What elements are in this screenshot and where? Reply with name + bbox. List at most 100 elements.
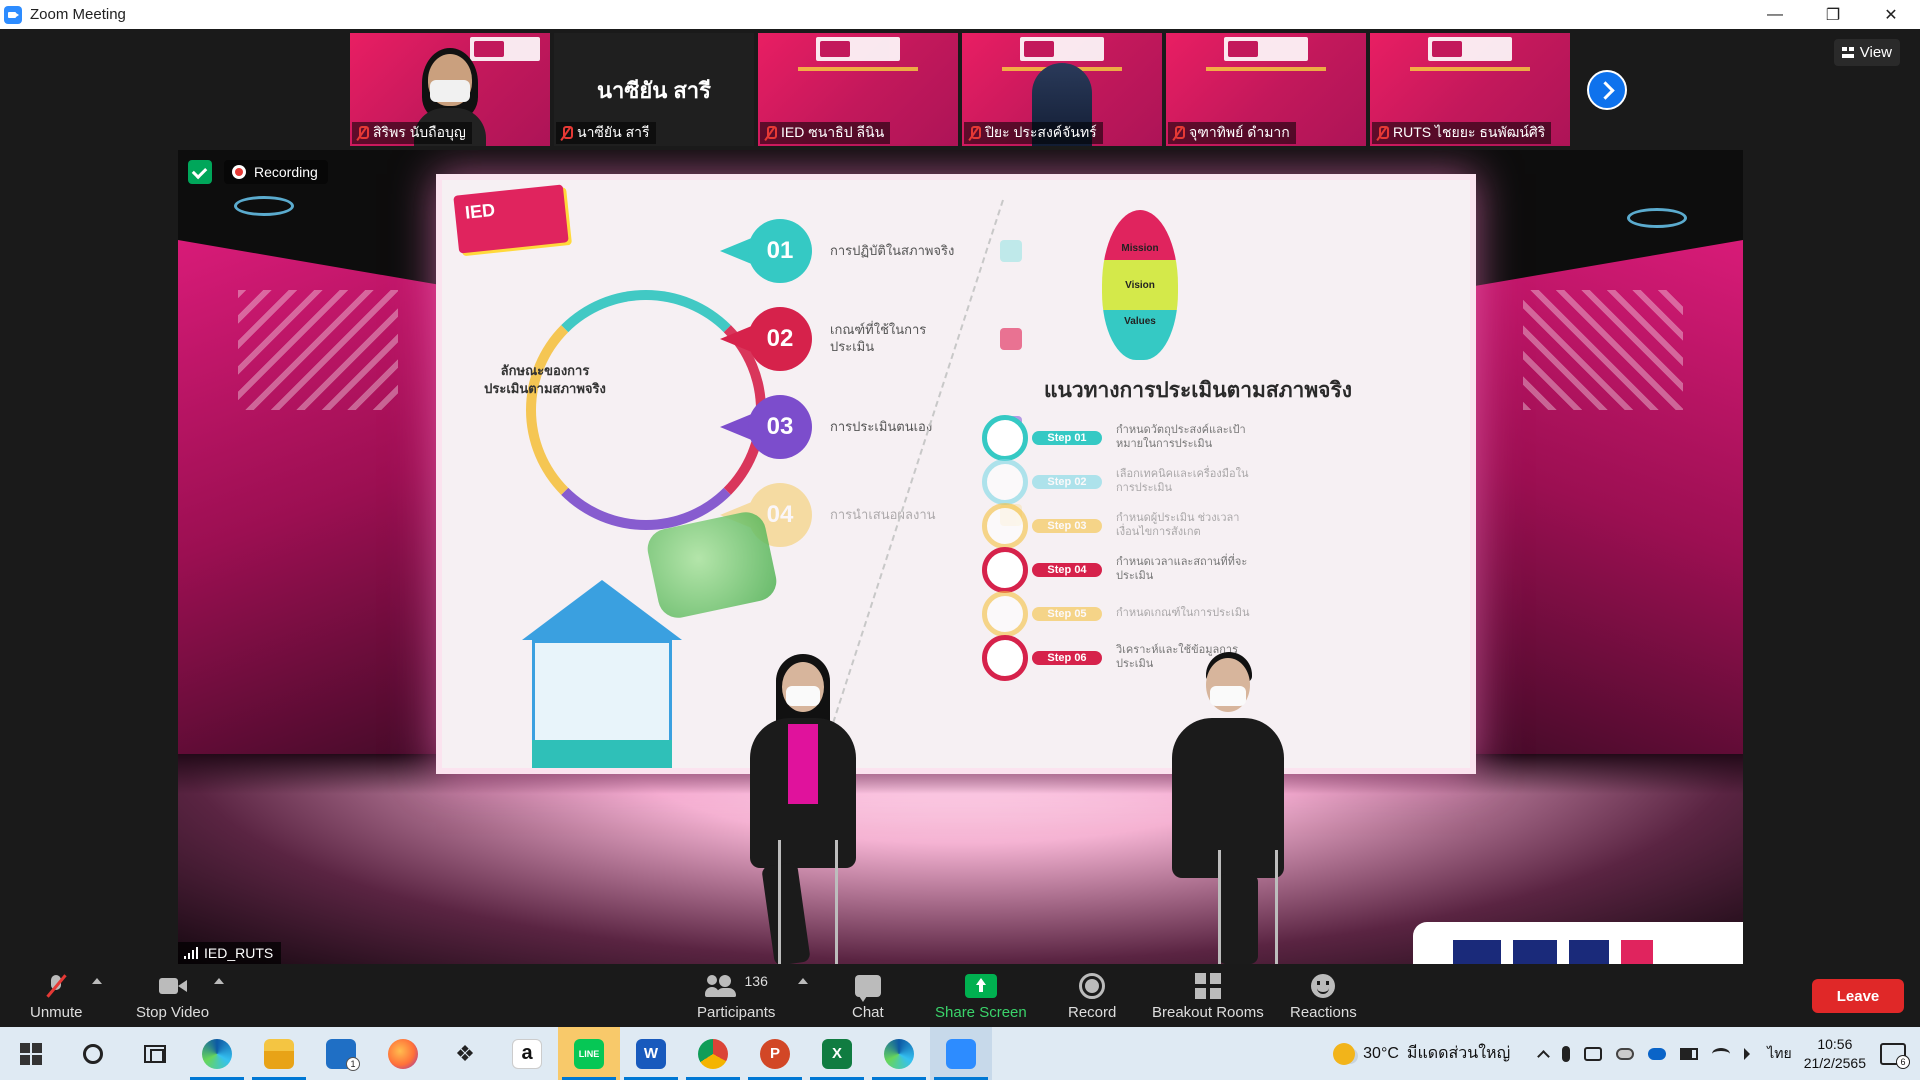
input-language[interactable]: ไทย — [1767, 1043, 1791, 1065]
taskbar-edge[interactable] — [186, 1027, 248, 1080]
taskbar-dropbox[interactable]: ❖ — [434, 1027, 496, 1080]
slide-right-step: Step 03 กำหนดผู้ประเมิน ช่วงเวลาเงื่อนไข… — [982, 503, 1266, 549]
share-screen-button[interactable]: Share Screen — [935, 972, 1027, 1021]
onedrive-icon[interactable] — [1648, 1047, 1667, 1060]
amazon-icon: a — [512, 1038, 542, 1069]
booth-illustration — [522, 580, 682, 768]
taskbar-powerpoint[interactable]: P — [744, 1027, 806, 1080]
participant-name-label: RUTS ไชยยะ ธนพัฒน์ศิริ — [1372, 122, 1552, 144]
taskbar-chrome[interactable] — [682, 1027, 744, 1080]
active-speaker-label: IED_RUTS — [178, 942, 282, 964]
notification-center-button[interactable]: 6 — [1880, 1042, 1910, 1069]
participant-gallery: สิริพร นับถือบุญ นาซียัน สารี นาซียัน สา… — [350, 33, 1570, 146]
taskbar-file-explorer[interactable] — [248, 1027, 310, 1080]
audio-options-caret[interactable] — [92, 978, 102, 984]
taskbar-excel[interactable]: X — [806, 1027, 868, 1080]
recording-pill[interactable]: Recording — [224, 160, 328, 184]
emoji-icon — [1311, 974, 1336, 998]
main-video[interactable]: IED ลักษณะของการประเมินตามสภาพจริง 01 กา… — [178, 150, 1743, 964]
taskbar-mail[interactable]: 1 — [310, 1027, 372, 1080]
unmute-button[interactable]: Unmute — [30, 972, 83, 1021]
mic-muted-icon — [968, 126, 981, 140]
taskbar-line[interactable]: LINE — [558, 1027, 620, 1080]
microphone-icon[interactable] — [1562, 1045, 1571, 1062]
grid-view-icon — [1841, 47, 1854, 58]
reactions-button[interactable]: Reactions — [1290, 972, 1357, 1021]
ruts-logo — [1413, 922, 1743, 964]
dropbox-icon: ❖ — [455, 1040, 475, 1066]
mic-muted-icon — [49, 975, 63, 997]
slide-step: 02 เกณฑ์ที่ใช้ในการประเมิน — [714, 307, 1022, 371]
stop-video-button[interactable]: Stop Video — [136, 972, 209, 1021]
participant-tile[interactable]: IED ซนาธิป ลีนิน — [758, 33, 958, 146]
line-icon: LINE — [574, 1038, 604, 1069]
notification-count: 6 — [1896, 1054, 1910, 1069]
chat-button[interactable]: Chat — [852, 972, 884, 1021]
volume-icon[interactable] — [1744, 1047, 1751, 1060]
view-button[interactable]: View — [1833, 39, 1900, 66]
participant-tile[interactable]: ปิยะ ประสงค์จันทร์ — [962, 33, 1162, 146]
ied-open-house-logo: IED — [453, 184, 569, 254]
meeting-toolbar: Unmute Stop Video 136 Participants Chat … — [0, 964, 1920, 1027]
encryption-shield-icon[interactable] — [188, 160, 212, 184]
restore-button[interactable]: ❐ — [1804, 0, 1862, 29]
battery-icon[interactable] — [1680, 1047, 1699, 1060]
participant-display-name: นาซียัน สารี — [597, 78, 711, 103]
mic-muted-icon — [356, 126, 369, 140]
participant-tile[interactable]: สิริพร นับถือบุญ — [350, 33, 550, 146]
task-view-icon — [144, 1044, 166, 1063]
recording-icon — [232, 165, 246, 179]
meet-now-icon[interactable] — [1584, 1046, 1603, 1061]
participants-button[interactable]: 136 Participants — [697, 972, 775, 1021]
slide-right-step: Step 05 กำหนดเกณฑ์ในการประเมิน — [982, 591, 1266, 637]
minimize-button[interactable]: — — [1746, 0, 1804, 29]
recording-indicator: Recording — [188, 160, 328, 184]
powerpoint-icon: P — [760, 1038, 790, 1069]
leave-button[interactable]: Leave — [1812, 979, 1904, 1013]
taskbar-firefox[interactable] — [372, 1027, 434, 1080]
participant-name-label: นาซียัน สารี — [556, 122, 656, 144]
participant-tile[interactable]: นาซียัน สารี นาซียัน สารี — [554, 33, 754, 146]
gallery-next-button[interactable] — [1587, 70, 1627, 110]
taskbar-amazon[interactable]: a — [496, 1027, 558, 1080]
windows-taskbar: 1 ❖ a LINE W P X 30°C มีแดดส่วนใหญ่ ไทย … — [0, 1027, 1920, 1080]
slide-right-step: Step 01 กำหนดวัตถุประสงค์และเป้าหมายในกา… — [982, 415, 1266, 461]
weather-sun-icon — [1333, 1042, 1356, 1065]
checklist-icon — [1000, 328, 1022, 350]
breakout-rooms-icon — [1194, 973, 1221, 999]
slide-right-step: Step 04 กำหนดเวลาและสถานที่ที่จะประเมิน — [982, 547, 1266, 593]
video-options-caret[interactable] — [214, 978, 224, 984]
task-view-button[interactable] — [124, 1027, 186, 1080]
breakout-rooms-button[interactable]: Breakout Rooms — [1152, 972, 1264, 1021]
slide-heading: แนวทางการประเมินตามสภาพจริง — [1043, 379, 1353, 402]
participant-tile[interactable]: RUTS ไชยยะ ธนพัฒน์ศิริ — [1370, 33, 1570, 146]
system-clock[interactable]: 10:56 21/2/2565 — [1804, 1035, 1866, 1073]
weather-widget[interactable]: 30°C มีแดดส่วนใหญ่ — [1333, 1041, 1510, 1066]
slide-center-text: ลักษณะของการประเมินตามสภาพจริง — [484, 363, 606, 396]
share-screen-icon — [964, 974, 997, 998]
participants-options-caret[interactable] — [798, 978, 808, 984]
firefox-icon — [388, 1038, 418, 1069]
excel-icon: X — [822, 1038, 852, 1069]
chevron-up-icon[interactable] — [1537, 1050, 1551, 1063]
document-icon — [1000, 240, 1022, 262]
presentation-screen: IED ลักษณะของการประเมินตามสภาพจริง 01 กา… — [436, 174, 1476, 774]
record-icon — [1079, 973, 1106, 999]
taskbar-edge-dev[interactable] — [868, 1027, 930, 1080]
stool — [778, 840, 838, 964]
search-button[interactable] — [62, 1027, 124, 1080]
start-button[interactable] — [0, 1027, 62, 1080]
stool — [1218, 850, 1278, 964]
taskbar-word[interactable]: W — [620, 1027, 682, 1080]
cloud-icon[interactable] — [1616, 1047, 1635, 1060]
slide-step: 01 การปฏิบัติในสภาพจริง — [714, 219, 1022, 283]
mic-muted-icon — [1376, 126, 1389, 140]
taskbar-zoom[interactable] — [930, 1027, 992, 1080]
record-button[interactable]: Record — [1068, 972, 1116, 1021]
participant-tile[interactable]: จุฑาทิพย์ ดำมาก — [1166, 33, 1366, 146]
mic-muted-icon — [764, 126, 777, 140]
participant-name-label: IED ซนาธิป ลีนิน — [760, 122, 891, 144]
zoom-icon — [946, 1038, 976, 1069]
wifi-icon[interactable] — [1712, 1047, 1731, 1060]
close-button[interactable]: ✕ — [1862, 0, 1920, 29]
